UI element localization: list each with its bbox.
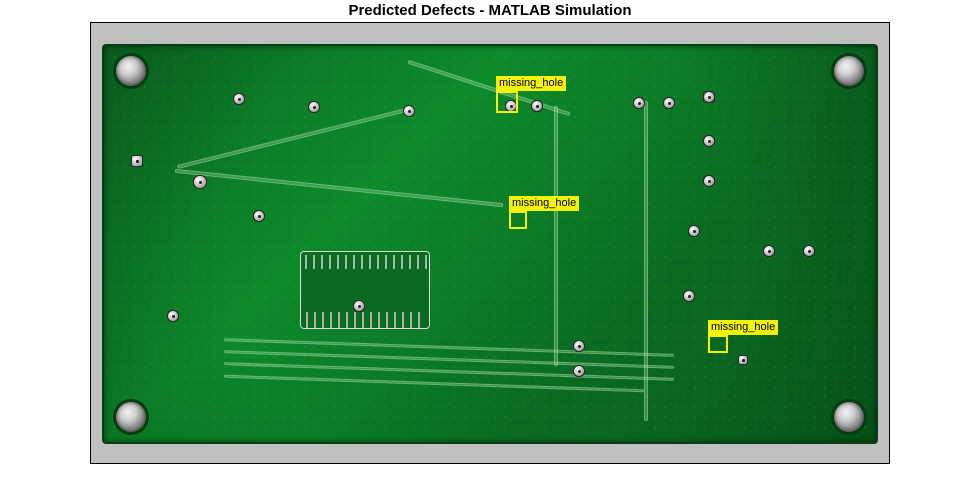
pad-icon	[404, 106, 414, 116]
pad-icon	[532, 101, 542, 111]
screw-hole-icon	[116, 56, 146, 86]
pad-icon	[634, 98, 644, 108]
ic-footprint	[300, 251, 430, 329]
pad-icon	[704, 136, 714, 146]
trace-line	[175, 169, 504, 207]
figure-title: Predicted Defects - MATLAB Simulation	[0, 0, 980, 19]
figure-window: Predicted Defects - MATLAB Simulation	[0, 0, 980, 503]
pad-icon	[574, 341, 584, 351]
pad-icon	[684, 291, 694, 301]
pad-icon	[354, 301, 364, 311]
screw-hole-icon	[834, 402, 864, 432]
pad-icon	[739, 356, 747, 364]
pad-icon	[168, 311, 178, 321]
pad-icon	[689, 226, 699, 236]
pad-icon	[309, 102, 319, 112]
pad-icon	[764, 246, 774, 256]
pad-icon	[704, 176, 714, 186]
pad-icon	[804, 246, 814, 256]
pcb-board-image	[102, 44, 878, 444]
pad-icon	[664, 98, 674, 108]
pad-icon	[132, 156, 142, 166]
screw-hole-icon	[834, 56, 864, 86]
image-axes[interactable]: missing_holemissing_holemissing_hole	[90, 22, 890, 464]
pad-icon	[254, 211, 264, 221]
trace-line	[644, 101, 648, 421]
trace-line	[408, 60, 571, 116]
trace-line	[554, 106, 558, 366]
trace-line	[177, 107, 411, 169]
screw-hole-icon	[116, 402, 146, 432]
pad-icon	[234, 94, 244, 104]
pad-icon	[704, 92, 714, 102]
pad-icon	[194, 176, 206, 188]
pad-icon	[506, 101, 516, 111]
pad-icon	[574, 366, 584, 376]
